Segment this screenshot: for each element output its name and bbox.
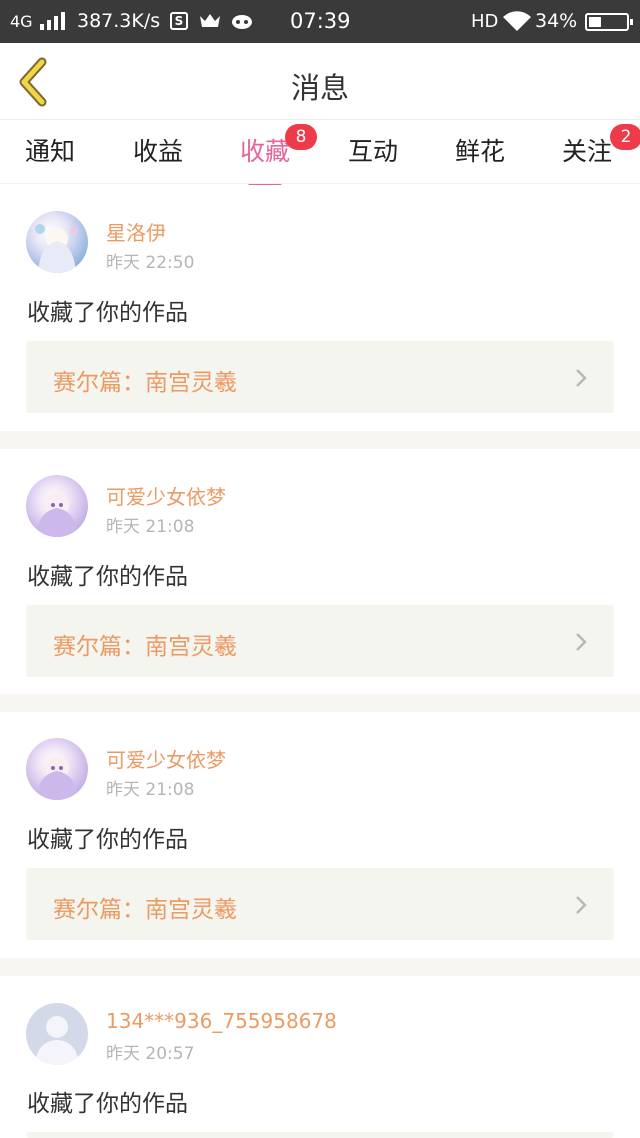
message-time: 昨天 20:57	[106, 1044, 195, 1064]
message-time: 昨天 21:08	[106, 517, 195, 537]
work-title: 赛尔篇：南宫灵羲	[53, 370, 237, 396]
work-title: 赛尔篇：南宫灵羲	[53, 634, 237, 660]
avatar[interactable]	[26, 738, 88, 800]
user-name[interactable]: 可爱少女依梦	[106, 481, 226, 510]
s-app-icon: S	[170, 12, 188, 30]
chevron-right-icon	[576, 896, 587, 914]
tab-notifications[interactable]: 通知	[25, 132, 75, 172]
avatar[interactable]	[26, 1003, 88, 1065]
avatar[interactable]	[26, 211, 88, 273]
tab-earnings[interactable]: 收益	[133, 132, 183, 172]
tab-label: 通知	[25, 137, 76, 166]
message-text: 收藏了你的作品	[27, 300, 188, 326]
clock: 07:39	[290, 9, 351, 33]
tab-label: 收藏	[240, 137, 291, 166]
message-item: 星洛伊 昨天 22:50 收藏了你的作品 赛尔篇：南宫灵羲	[0, 185, 640, 431]
cat-icon	[232, 15, 252, 29]
work-link[interactable]: 赛尔篇：南宫灵羲	[26, 341, 614, 413]
tab-interactions[interactable]: 互动	[348, 132, 398, 172]
message-text: 收藏了你的作品	[27, 827, 188, 853]
network-speed: 387.3K/s	[77, 10, 161, 32]
app-header: 消息	[0, 43, 640, 120]
message-time: 昨天 21:08	[106, 780, 195, 800]
battery-icon	[585, 13, 633, 31]
page-title: 消息	[290, 71, 349, 105]
tab-flowers[interactable]: 鲜花	[455, 132, 505, 172]
crown-icon	[200, 14, 220, 27]
hd-indicator: HD	[471, 11, 499, 32]
work-link[interactable]: 赛尔篇：南宫灵羲	[26, 868, 614, 940]
message-item: 可爱少女依梦 昨天 21:08 收藏了你的作品 赛尔篇：南宫灵羲	[0, 712, 640, 958]
tab-label: 互动	[348, 137, 399, 166]
avatar-image	[36, 756, 78, 800]
separator	[0, 694, 640, 712]
user-name[interactable]: 星洛伊	[106, 217, 166, 246]
default-avatar-icon	[35, 1016, 79, 1065]
wifi-icon	[503, 11, 531, 31]
user-name[interactable]: 可爱少女依梦	[106, 744, 226, 773]
tab-badge: 2	[610, 124, 640, 150]
tab-label: 收益	[133, 137, 184, 166]
battery-percent: 34%	[535, 10, 578, 32]
tab-favorites[interactable]: 收藏 8	[240, 124, 317, 188]
avatar-image	[36, 493, 78, 537]
tab-bar: 通知 收益 收藏 8 互动 鲜花 关注 2	[0, 120, 640, 188]
work-link[interactable]: 赛尔篇：南宫灵羲	[26, 605, 614, 677]
tab-badge: 8	[285, 124, 317, 150]
separator	[0, 431, 640, 449]
separator	[0, 958, 640, 976]
network-type: 4G	[10, 12, 33, 31]
message-time: 昨天 22:50	[106, 253, 195, 273]
avatar[interactable]	[26, 475, 88, 537]
avatar-image	[35, 224, 78, 273]
signal-icon	[40, 12, 65, 30]
work-link[interactable]	[26, 1132, 614, 1138]
message-text: 收藏了你的作品	[27, 564, 188, 590]
tab-label: 鲜花	[455, 137, 506, 166]
message-item: 134***936_755958678 昨天 20:57 收藏了你的作品	[0, 976, 640, 1138]
user-name[interactable]: 134***936_755958678	[106, 1009, 337, 1033]
message-text: 收藏了你的作品	[27, 1091, 188, 1117]
work-title: 赛尔篇：南宫灵羲	[53, 897, 237, 923]
tab-follows[interactable]: 关注 2	[562, 124, 640, 172]
chevron-right-icon	[576, 633, 587, 651]
message-item: 可爱少女依梦 昨天 21:08 收藏了你的作品 赛尔篇：南宫灵羲	[0, 449, 640, 694]
tab-label: 关注	[562, 137, 613, 166]
status-bar: 4G 387.3K/s S 07:39 HD 34%	[0, 0, 640, 43]
chevron-right-icon	[576, 369, 587, 387]
